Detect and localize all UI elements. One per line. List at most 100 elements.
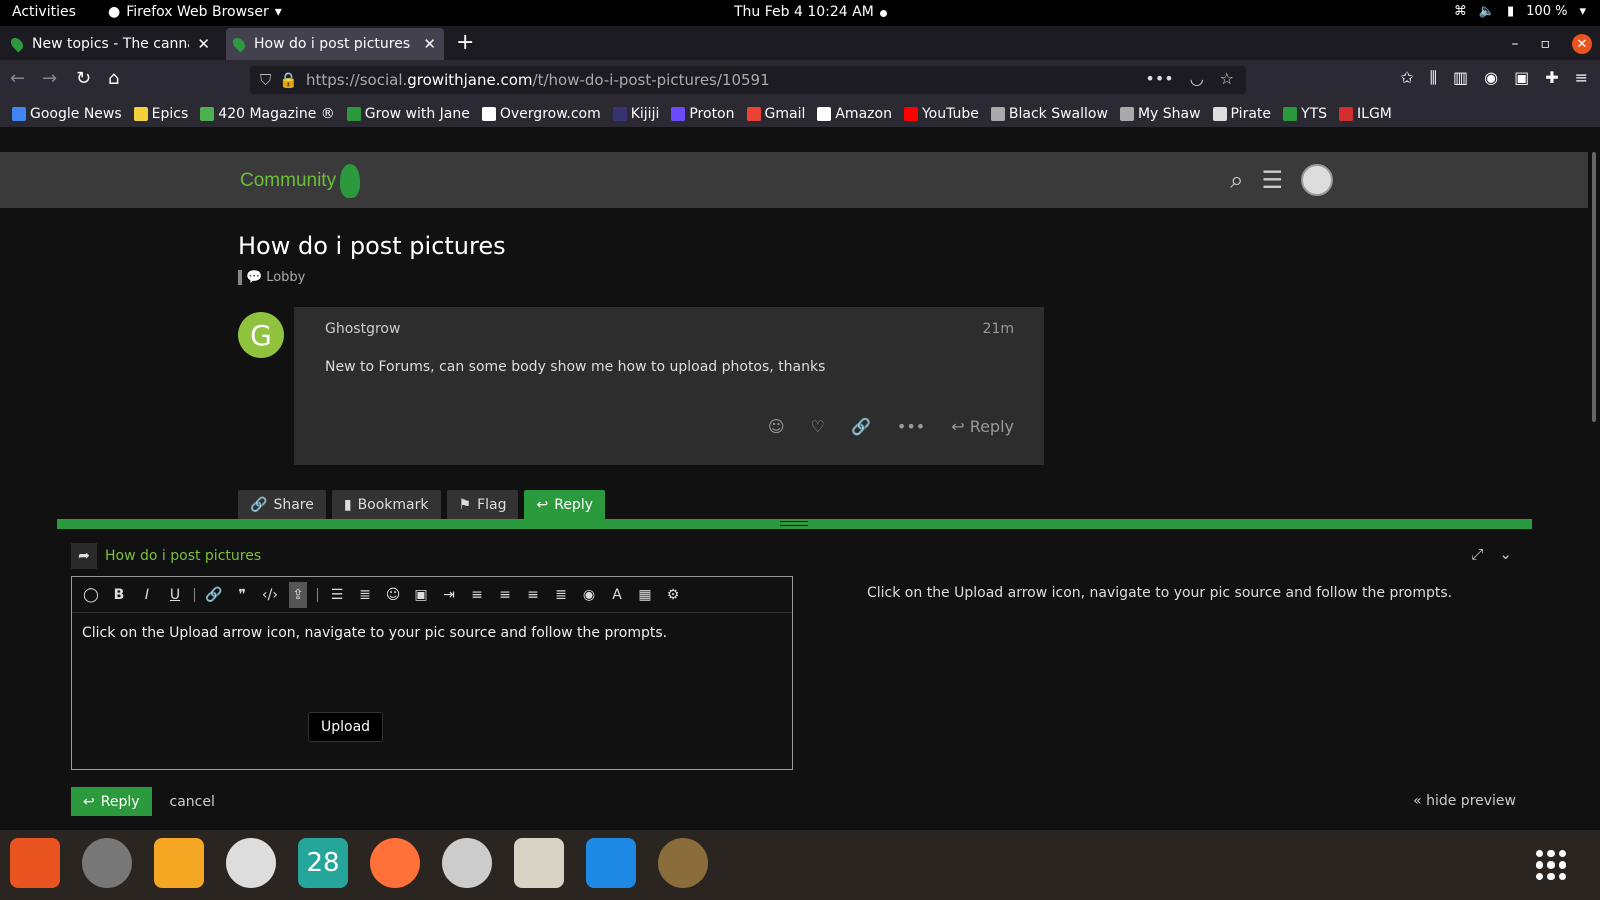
underline-icon[interactable]: U (166, 587, 184, 603)
category-badge[interactable]: 💬 Lobby (238, 270, 305, 285)
software-center-icon[interactable] (10, 838, 60, 888)
calendar-icon[interactable]: 28 (298, 838, 348, 888)
heart-icon[interactable]: ♡ (811, 417, 825, 436)
emoji-icon[interactable]: ☺ (384, 587, 402, 603)
composer-resize-grip[interactable] (780, 521, 808, 526)
extensions-icon[interactable]: ✚ (1545, 68, 1558, 88)
bookmark-item[interactable]: Epics (133, 106, 188, 122)
link-icon[interactable]: 🔗 (205, 587, 223, 603)
reply-action-icon[interactable]: ➦ (71, 543, 97, 569)
table-icon[interactable]: ▦ (636, 587, 654, 603)
system-tray[interactable]: ⌘ 🔈 ▮ 100 % ▾ (1454, 4, 1586, 19)
tab-new-topics[interactable]: New topics - The cannab ✕ (4, 28, 218, 60)
files-icon[interactable] (514, 838, 564, 888)
extension-icon[interactable]: ▣ (1514, 68, 1529, 88)
maximize-icon[interactable]: ▫ (1541, 36, 1551, 52)
page-scrollbar[interactable] (1588, 128, 1600, 830)
expand-icon[interactable]: ⤢ (1471, 545, 1483, 563)
more-icon[interactable]: ••• (897, 417, 925, 436)
post-author[interactable]: Ghostgrow (325, 321, 400, 337)
star-icon[interactable]: ☆ (1220, 69, 1234, 88)
cancel-link[interactable]: cancel (170, 794, 215, 810)
post-reply-button[interactable]: ↩ Reply (951, 417, 1014, 436)
window-close-button[interactable]: ✕ (1572, 34, 1592, 54)
italic-icon[interactable]: I (138, 587, 156, 603)
post-avatar[interactable]: G (238, 312, 284, 358)
quote-icon[interactable]: ❞ (233, 587, 251, 603)
search-icon[interactable]: ⌕ (1230, 166, 1243, 194)
app-menu[interactable]: ● Firefox Web Browser ▾ (108, 4, 282, 20)
image-viewer-icon[interactable] (586, 838, 636, 888)
settings-gear-icon[interactable] (82, 838, 132, 888)
hamburger-icon[interactable]: ☰ (1261, 166, 1283, 194)
bookmark-item[interactable]: 420 Magazine ® (200, 106, 335, 122)
home-button[interactable]: ⌂ (108, 68, 119, 89)
forward-button[interactable]: → (42, 68, 57, 89)
collapse-icon[interactable]: ⌄ (1499, 545, 1512, 563)
palette-icon[interactable]: ◉ (580, 587, 598, 603)
editor-textarea[interactable]: Click on the Upload arrow icon, navigate… (72, 613, 792, 653)
link-icon[interactable]: 🔗 (851, 417, 871, 436)
image-icon[interactable]: ▣ (412, 587, 430, 603)
emoji-icon[interactable]: ☺ (768, 417, 785, 436)
bookmark-item[interactable]: Pirate (1212, 106, 1271, 122)
close-icon[interactable]: ✕ (423, 35, 436, 53)
bookmark-item[interactable]: Grow with Jane (346, 106, 470, 122)
url-bar[interactable]: ⛉ 🔒 https://social. growithjane.com/t/how… (250, 66, 1246, 94)
bookmark-item[interactable]: YTS (1283, 106, 1327, 122)
bookmark-item[interactable]: Proton (671, 106, 735, 122)
new-tab-button[interactable]: + (456, 30, 474, 55)
code-icon[interactable]: ‹/› (261, 587, 279, 603)
composer-reply-button[interactable]: ↩ Reply (71, 787, 152, 816)
bookmark-item[interactable]: Black Swallow (990, 106, 1108, 122)
calculator-icon[interactable] (154, 838, 204, 888)
clock[interactable]: Thu Feb 4 10:24 AM (734, 4, 874, 20)
activities-button[interactable]: Activities (12, 4, 76, 20)
firefox-icon[interactable] (370, 838, 420, 888)
justify-icon[interactable]: ≣ (552, 587, 570, 603)
back-button[interactable]: ← (10, 68, 25, 89)
font-icon[interactable]: A (608, 587, 626, 603)
minimize-icon[interactable]: – (1512, 36, 1519, 52)
indent-icon[interactable]: ⇥ (440, 587, 458, 603)
post-time[interactable]: 21m (983, 321, 1014, 337)
close-icon[interactable]: ✕ (197, 35, 210, 53)
align-right-icon[interactable]: ≡ (524, 587, 542, 603)
bookmark-button[interactable]: ▮ Bookmark (331, 490, 441, 520)
pocket-icon[interactable]: ◡ (1190, 69, 1204, 88)
composer-topic-link[interactable]: How do i post pictures (105, 548, 261, 564)
topic-reply-button[interactable]: ↩ Reply (524, 490, 605, 520)
bookmark-item[interactable]: YouTube (903, 106, 979, 122)
reload-button[interactable]: ↻ (76, 68, 91, 89)
bookmark-item[interactable]: ILGM (1339, 106, 1392, 122)
bookmark-item[interactable]: Amazon (817, 106, 892, 122)
lock-icon[interactable]: 🔒 (279, 71, 298, 89)
sidebar-icon[interactable]: ▥ (1453, 68, 1468, 88)
community-logo[interactable]: Community (240, 164, 361, 198)
bookmark-item[interactable]: Gmail (746, 106, 805, 122)
system-monitor-icon[interactable] (442, 838, 492, 888)
align-left-icon[interactable]: ≡ (468, 587, 486, 603)
gear-icon[interactable]: ⚙ (664, 587, 682, 603)
menu-icon[interactable]: ≡ (1575, 68, 1588, 88)
share-button[interactable]: 🔗 Share (238, 490, 326, 520)
more-icon[interactable]: ••• (1145, 69, 1173, 88)
tab-how-do-i-post-pictures[interactable]: How do i post pictures - ✕ (226, 28, 444, 60)
hide-preview-link[interactable]: « hide preview (1413, 793, 1516, 809)
upload-icon[interactable]: ⇪ (289, 581, 307, 608)
user-avatar[interactable] (1300, 164, 1333, 196)
numbered-list-icon[interactable]: ≣ (356, 587, 374, 603)
bookmark-item[interactable]: Google News (12, 106, 122, 122)
account-icon[interactable]: ◉ (1484, 68, 1498, 88)
shield-icon[interactable]: ⛉ (260, 71, 271, 89)
flag-button[interactable]: ⚑ Flag (446, 490, 519, 520)
bookmark-item[interactable]: Overgrow.com (481, 106, 601, 122)
bold-icon[interactable]: B (110, 587, 128, 603)
topic-title[interactable]: How do i post pictures (238, 232, 506, 260)
scrollbar-thumb[interactable] (1592, 152, 1596, 422)
camera-icon[interactable] (226, 838, 276, 888)
bookmark-item[interactable]: Kijiji (612, 106, 659, 122)
library-icon[interactable]: ⫼ (1430, 68, 1437, 88)
bullet-list-icon[interactable]: ☰ (328, 587, 346, 603)
bookmark-item[interactable]: My Shaw (1119, 106, 1201, 122)
